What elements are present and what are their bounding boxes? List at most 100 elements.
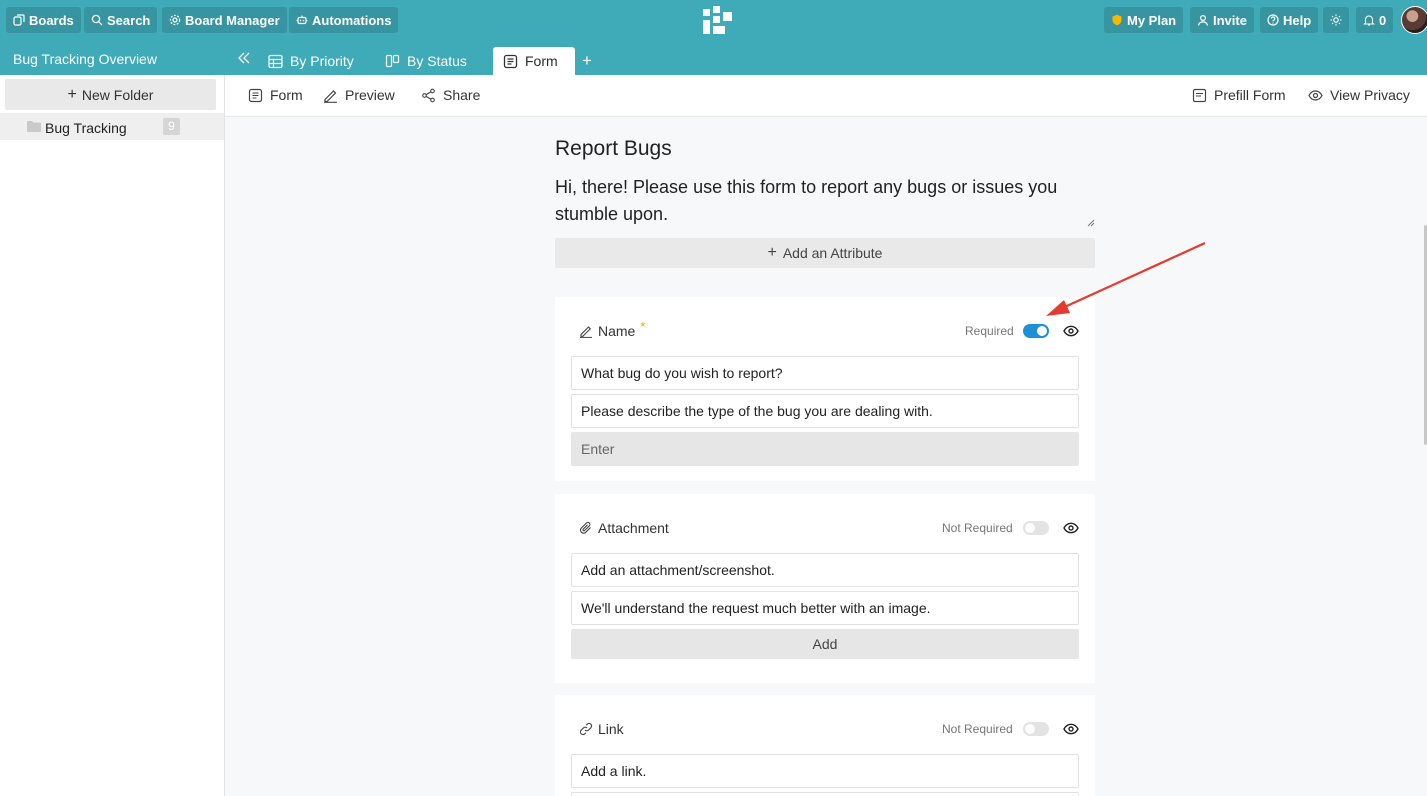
search-icon <box>91 14 103 26</box>
required-label: Not Required <box>942 521 1013 535</box>
invite-button[interactable]: Invite <box>1190 7 1254 33</box>
field-label[interactable]: Name <box>598 323 635 339</box>
form-icon <box>503 54 518 68</box>
automations-button[interactable]: Automations <box>289 7 399 33</box>
add-attachment-button[interactable]: Add <box>571 629 1079 659</box>
field-card-link: Link Not Required Add a link. <box>555 695 1095 796</box>
user-icon <box>1197 14 1209 26</box>
question-text: What bug do you wish to report? <box>581 365 783 381</box>
eye-icon[interactable] <box>1063 721 1079 737</box>
folder-count-badge: 9 <box>163 118 180 135</box>
help-text-field[interactable]: Please describe the type of the bug you … <box>571 394 1079 428</box>
link-icon <box>579 722 593 736</box>
form-mode-label: Form <box>270 87 303 103</box>
preview-button[interactable]: Preview <box>323 87 395 103</box>
my-plan-label: My Plan <box>1127 12 1177 28</box>
help-text-field[interactable] <box>571 792 1079 796</box>
tab-label: By Status <box>407 53 467 69</box>
prefill-form-button[interactable]: Prefill Form <box>1192 87 1286 103</box>
field-header: Attachment <box>579 518 669 538</box>
notifications-count: 0 <box>1379 12 1387 28</box>
help-text-field[interactable]: We'll understand the request much better… <box>571 591 1079 625</box>
field-label[interactable]: Link <box>598 721 624 737</box>
prefill-form-label: Prefill Form <box>1214 87 1286 103</box>
required-label: Not Required <box>942 722 1013 736</box>
view-privacy-button[interactable]: View Privacy <box>1308 87 1410 103</box>
field-card-attachment: Attachment Not Required Add an attachmen… <box>555 494 1095 683</box>
question-text: Add a link. <box>581 763 647 779</box>
sidebar-item-bug-tracking[interactable]: Bug Tracking 9 <box>0 113 224 140</box>
required-toggle[interactable] <box>1023 722 1049 736</box>
help-text: We'll understand the request much better… <box>581 600 931 616</box>
add-attribute-button[interactable]: + Add an Attribute <box>555 238 1095 268</box>
boards-icon <box>13 14 25 26</box>
search-label: Search <box>107 12 151 28</box>
shield-icon <box>1112 14 1122 26</box>
board-manager-button[interactable]: Board Manager <box>162 7 287 33</box>
preview-label: Preview <box>345 87 395 103</box>
robot-icon <box>296 15 308 25</box>
eye-icon <box>1308 89 1323 101</box>
question-field[interactable]: Add an attachment/screenshot. <box>571 553 1079 587</box>
share-label: Share <box>443 87 481 103</box>
question-field[interactable]: Add a link. <box>571 754 1079 788</box>
sidebar: + New Folder Bug Tracking 9 <box>0 75 225 796</box>
help-button[interactable]: Help <box>1260 7 1319 33</box>
board-manager-label: Board Manager <box>185 12 280 28</box>
field-label[interactable]: Attachment <box>598 520 669 536</box>
tab-by-status[interactable]: By Status <box>375 47 477 75</box>
sun-icon <box>1330 14 1342 26</box>
form-mode-button[interactable]: Form <box>248 87 303 103</box>
help-label: Help <box>1283 12 1312 28</box>
bell-icon <box>1363 15 1375 26</box>
annotation-arrow-icon <box>1046 241 1206 316</box>
input-placeholder: Enter <box>581 441 615 457</box>
form-icon <box>248 88 263 102</box>
board-title: Bug Tracking Overview <box>13 51 157 67</box>
my-plan-button[interactable]: My Plan <box>1104 7 1184 33</box>
gear-icon <box>169 14 181 26</box>
tab-form[interactable]: Form <box>493 47 575 75</box>
add-attachment-label: Add <box>812 636 838 652</box>
form-toolbar: Form Preview Share Prefill Form View Pri… <box>225 75 1427 117</box>
app-logo[interactable] <box>703 6 732 34</box>
form-title[interactable]: Report Bugs <box>555 137 672 161</box>
boards-button[interactable]: Boards <box>6 7 81 33</box>
pencil-icon <box>580 326 592 338</box>
automations-label: Automations <box>312 12 392 28</box>
field-header: Name * <box>579 318 646 341</box>
answer-input-preview[interactable]: Enter <box>571 432 1079 466</box>
notifications-button[interactable]: 0 <box>1356 7 1394 33</box>
plus-icon: + <box>67 85 77 103</box>
eye-icon[interactable] <box>1063 323 1079 339</box>
document-icon <box>1192 88 1207 102</box>
tab-bar: Bug Tracking Overview By Priority By Sta… <box>0 40 1427 75</box>
required-toggle[interactable] <box>1023 521 1049 535</box>
add-tab-button[interactable]: + <box>582 52 592 69</box>
required-star-icon: * <box>640 318 646 334</box>
plus-icon: + <box>767 244 777 261</box>
share-button[interactable]: Share <box>421 87 480 103</box>
add-attribute-label: Add an Attribute <box>782 245 883 261</box>
search-button[interactable]: Search <box>84 7 158 33</box>
tab-by-priority[interactable]: By Priority <box>258 47 364 75</box>
collapse-sidebar-icon[interactable] <box>236 50 252 66</box>
share-icon <box>422 88 435 102</box>
form-description[interactable]: Hi, there! Please use this form to repor… <box>555 174 1095 228</box>
avatar[interactable] <box>1401 6 1427 34</box>
question-text: Add an attachment/screenshot. <box>581 562 775 578</box>
theme-toggle-button[interactable] <box>1323 7 1349 33</box>
required-toggle[interactable] <box>1023 324 1049 338</box>
new-folder-button[interactable]: + New Folder <box>5 79 216 110</box>
kanban-icon <box>385 54 400 67</box>
table-icon <box>268 54 283 68</box>
question-field[interactable]: What bug do you wish to report? <box>571 356 1079 390</box>
folder-icon <box>27 121 41 132</box>
eye-icon[interactable] <box>1063 520 1079 536</box>
boards-label: Boards <box>29 12 74 28</box>
tab-label: Form <box>525 53 558 69</box>
resize-handle-icon[interactable] <box>1085 217 1095 227</box>
field-header: Link <box>579 719 624 739</box>
invite-label: Invite <box>1213 12 1247 28</box>
paperclip-icon <box>579 521 591 534</box>
